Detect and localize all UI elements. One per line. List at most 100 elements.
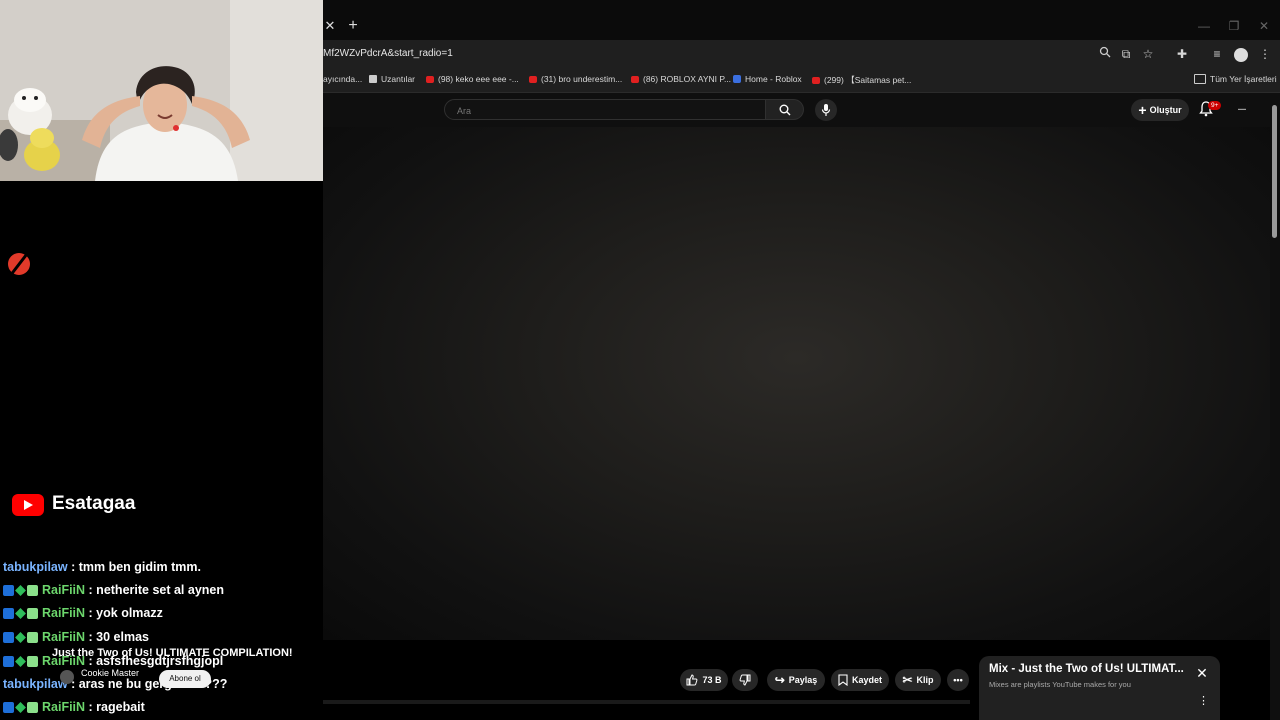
- stream-logo-icon: [8, 249, 32, 277]
- video-title: Just the Two of Us! ULTIMATE COMPILATION…: [52, 647, 293, 659]
- bookmark-item[interactable]: (31) bro underestim...: [529, 74, 622, 84]
- chat-message: RaiFiiN : netherite set al aynen: [3, 580, 224, 600]
- browser-menu-icon[interactable]: ⋮: [1257, 46, 1273, 62]
- roblox-icon: [733, 75, 741, 83]
- account-avatar[interactable]: ▬▬: [1233, 104, 1251, 114]
- badge-icon: [3, 607, 14, 619]
- scissors-icon: ✂: [902, 673, 913, 687]
- badge-icon: [27, 701, 38, 713]
- badge-icon: [15, 584, 26, 596]
- notification-badge: 9+: [1208, 101, 1222, 110]
- chat-text: : tmm ben gidim tmm.: [71, 560, 201, 574]
- search-box: [444, 99, 766, 120]
- new-tab-icon[interactable]: +: [346, 17, 360, 35]
- more-actions-button[interactable]: •••: [947, 669, 969, 691]
- puzzle-icon: [369, 75, 377, 83]
- chat-badges: [3, 607, 38, 619]
- close-window-icon[interactable]: ✕: [1256, 18, 1272, 34]
- chat-username: tabukpilaw: [3, 560, 68, 574]
- chat-message: RaiFiiN : 30 elmas: [3, 627, 149, 647]
- minimize-icon[interactable]: —: [1196, 18, 1212, 34]
- more-horizontal-icon: •••: [953, 675, 963, 685]
- chat-username: RaiFiiN: [42, 700, 86, 714]
- chat-text: : yok olmazz: [88, 606, 163, 620]
- chat-text: : netherite set al aynen: [88, 583, 225, 597]
- bookmark-icon: [838, 674, 848, 686]
- uploader-name[interactable]: Cookie Master: [81, 668, 139, 678]
- extensions-icon[interactable]: ✚: [1174, 46, 1190, 62]
- scrollbar-thumb[interactable]: [1272, 105, 1277, 238]
- zoom-icon[interactable]: [1097, 46, 1113, 62]
- chat-username: tabukpilaw: [3, 677, 68, 691]
- create-button[interactable]: + Oluştur: [1131, 99, 1189, 121]
- badge-icon: [3, 701, 14, 713]
- share-icon: ↪: [774, 673, 785, 687]
- close-icon[interactable]: ✕: [1195, 666, 1209, 680]
- badge-icon: [27, 607, 38, 619]
- badge-icon: [15, 607, 26, 619]
- search-input[interactable]: [455, 105, 749, 117]
- badge-icon: [15, 655, 26, 667]
- tab-close-icon[interactable]: ✕: [323, 18, 337, 34]
- webcam-overlay: [0, 0, 323, 181]
- stream-channel-name: Esatagaa: [52, 493, 136, 514]
- video-player[interactable]: [323, 127, 1270, 640]
- chat-message: tabukpilaw : tmm ben gidim tmm.: [3, 557, 201, 577]
- search-button[interactable]: [766, 99, 804, 120]
- restore-icon[interactable]: ❐: [1226, 18, 1242, 34]
- save-button[interactable]: Kaydet: [831, 669, 889, 691]
- profile-avatar[interactable]: [1234, 48, 1248, 62]
- chat-username: RaiFiiN: [42, 583, 86, 597]
- chat-username: RaiFiiN: [42, 606, 86, 620]
- mix-title[interactable]: Mix - Just the Two of Us! ULTIMAT...: [989, 663, 1184, 675]
- mix-subtitle: Mixes are playlists YouTube makes for yo…: [989, 680, 1131, 689]
- mix-playlist-panel: Mix - Just the Two of Us! ULTIMAT... Mix…: [979, 656, 1220, 720]
- chat-message: RaiFiiN : yok olmazz: [3, 603, 163, 623]
- chat-badges: [3, 701, 38, 713]
- thumbs-up-icon: [686, 674, 698, 686]
- badge-icon: [15, 701, 26, 713]
- chat-username: RaiFiiN: [42, 630, 86, 644]
- subscribe-button[interactable]: Abone ol: [159, 670, 211, 688]
- uploader-avatar[interactable]: [60, 670, 74, 684]
- clip-button[interactable]: ✂ Klip: [895, 669, 941, 691]
- like-button[interactable]: 73 B: [680, 669, 728, 691]
- badge-icon: [3, 584, 14, 596]
- chat-message: RaiFiiN : ragebait: [3, 697, 145, 717]
- youtube-icon: [529, 75, 537, 83]
- bookmark-item[interactable]: (86) ROBLOX AYNI P...: [631, 74, 731, 84]
- badge-icon: [27, 655, 38, 667]
- video-progress-bar[interactable]: [323, 700, 970, 704]
- more-vertical-icon[interactable]: ⋮: [1198, 694, 1209, 708]
- bookmark-item[interactable]: (98) keko eee eee -...: [426, 74, 519, 84]
- chat-badges: [3, 631, 38, 643]
- badge-icon: [15, 631, 26, 643]
- bookmark-star-icon[interactable]: ☆: [1140, 46, 1156, 62]
- youtube-icon: [631, 75, 639, 83]
- install-app-icon[interactable]: ⧉: [1118, 46, 1134, 62]
- bookmark-item[interactable]: Uzantılar: [369, 74, 415, 84]
- microphone-icon: [821, 104, 831, 116]
- dislike-button[interactable]: [732, 669, 758, 691]
- all-bookmarks[interactable]: Tüm Yer İşaretleri: [1194, 74, 1277, 84]
- youtube-icon: [812, 76, 820, 84]
- chat-badges: [3, 655, 38, 667]
- badge-icon: [3, 631, 14, 643]
- address-bar[interactable]: Mf2WZvPdcrA&start_radio=1: [323, 48, 453, 59]
- streamer-webcam-image: [0, 0, 323, 181]
- chat-text: : ragebait: [88, 700, 145, 714]
- chat-badges: [3, 584, 38, 596]
- media-controls-icon[interactable]: ≡: [1209, 46, 1225, 62]
- bookmark-item[interactable]: (299) 【Saitamas pet...: [812, 74, 911, 86]
- bookmark-item[interactable]: ayıcında...: [323, 74, 362, 84]
- bookmark-item[interactable]: Home - Roblox: [733, 74, 802, 84]
- badge-icon: [3, 655, 14, 667]
- like-count: 73 B: [702, 675, 722, 685]
- share-button[interactable]: ↪ Paylaş: [767, 669, 825, 691]
- chat-text: : 30 elmas: [88, 630, 150, 644]
- voice-search-button[interactable]: [815, 99, 837, 121]
- badge-icon: [27, 631, 38, 643]
- badge-icon: [27, 584, 38, 596]
- search-icon: [779, 104, 791, 116]
- plus-icon: +: [1138, 102, 1147, 118]
